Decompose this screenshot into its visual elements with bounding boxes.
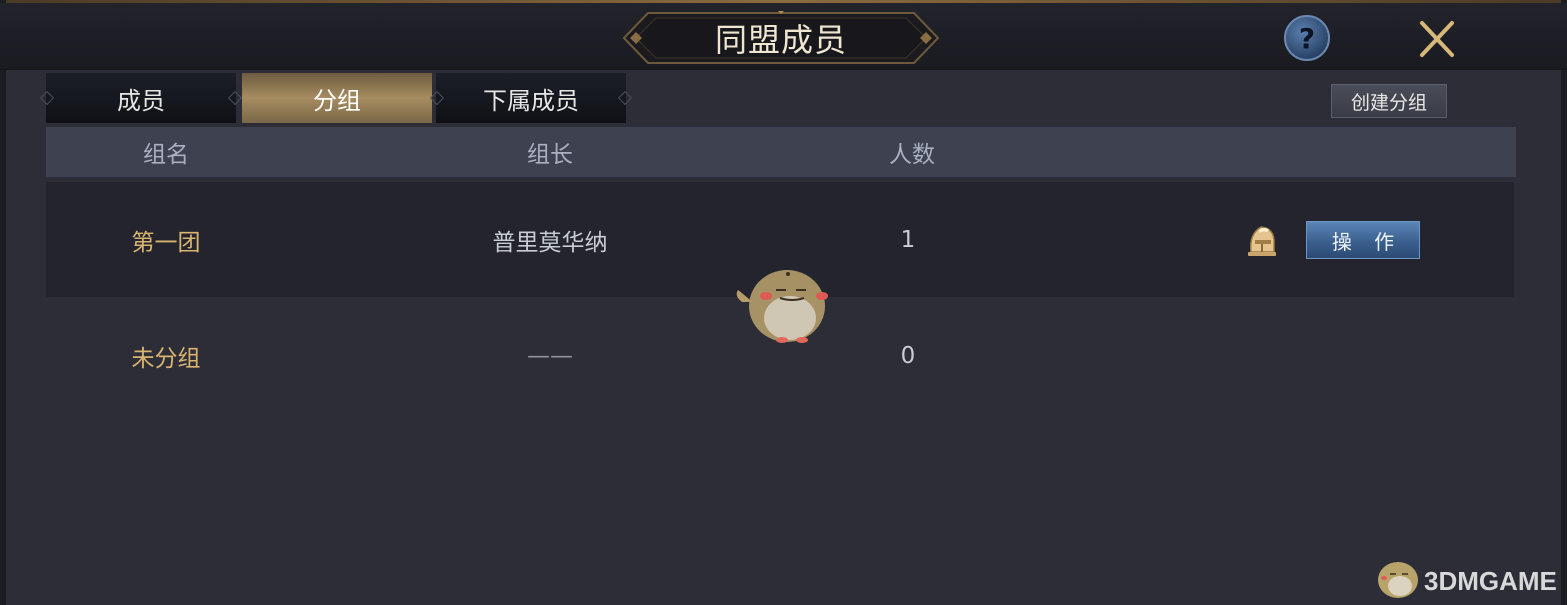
window-header: 同盟成员 ? (0, 3, 1567, 70)
tab-label: 成员 (117, 86, 165, 115)
tab-groups[interactable]: 分组 (242, 73, 432, 123)
question-mark-icon: ? (1298, 21, 1316, 55)
tab-divider-diamond (39, 90, 55, 106)
mascot-watermark-icon (736, 270, 828, 343)
column-header-count: 人数 (889, 142, 935, 168)
tab-label: 分组 (313, 86, 361, 115)
tab-label: 下属成员 (483, 86, 579, 115)
watermark-text: 3DMGAME (1424, 566, 1557, 596)
tab-divider-diamond (227, 90, 243, 106)
group-leader-cell: 普里莫华纳 (492, 229, 608, 256)
group-name-cell: 未分组 (131, 345, 201, 372)
title-plate: 同盟成员 (622, 11, 940, 65)
member-count-cell: 1 (900, 226, 916, 253)
tab-divider-diamond (429, 90, 445, 106)
operate-button[interactable]: 操 作 (1306, 221, 1420, 259)
left-frame-border (0, 0, 6, 605)
close-icon (1420, 21, 1454, 57)
column-header-group-name: 组名 (143, 142, 189, 168)
right-frame-border (1561, 0, 1567, 605)
column-header-leader: 组长 (527, 142, 573, 168)
tab-subordinate-members[interactable]: 下属成员 (429, 73, 633, 123)
close-button[interactable] (1414, 17, 1460, 63)
page-title: 同盟成员 (714, 21, 847, 59)
group-leader-cell: —— (527, 342, 573, 369)
help-button[interactable]: ? (1284, 15, 1330, 61)
helmet-icon (1248, 226, 1276, 256)
tab-divider-diamond (617, 90, 633, 106)
member-count-cell: 0 (900, 342, 916, 369)
create-group-button[interactable]: 创建分组 (1331, 84, 1447, 118)
tab-members[interactable]: 成员 (39, 73, 243, 123)
table-header: 组名 组长 人数 (46, 127, 1516, 177)
group-name-cell: 第一团 (131, 229, 201, 256)
